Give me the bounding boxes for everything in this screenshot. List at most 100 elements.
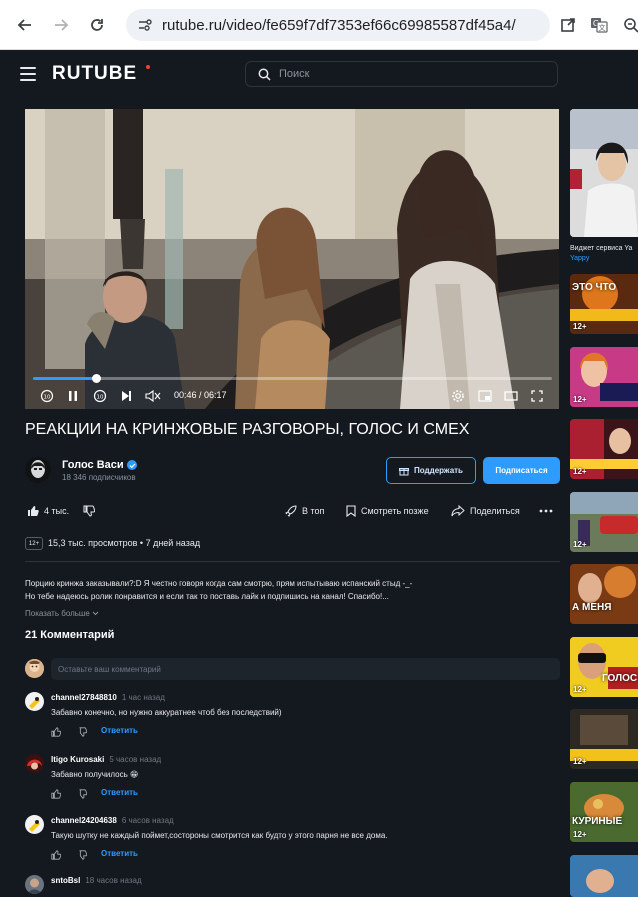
recommended-video-thumb[interactable]: А МЕНЯ	[570, 564, 638, 624]
back-arrow-icon[interactable]	[12, 12, 38, 38]
search-box[interactable]	[245, 61, 558, 87]
search-input[interactable]	[279, 68, 529, 80]
comment-author-name: channel27848810	[51, 693, 117, 702]
comment-dislike-icon[interactable]	[77, 727, 87, 737]
subscribe-button[interactable]: Подписаться	[483, 457, 560, 484]
share-button[interactable]: Поделиться	[451, 504, 520, 518]
recommended-video-thumb[interactable]: 12+	[570, 492, 638, 552]
comment-like-icon[interactable]	[51, 727, 61, 737]
gift-icon	[399, 466, 409, 476]
user-avatar[interactable]	[25, 659, 44, 678]
comment-like-icon[interactable]	[51, 850, 61, 860]
recommended-video-thumb[interactable]: ЭТО ЧТО 12+	[570, 274, 638, 334]
recommended-title[interactable]: Виджет сервиса Ya	[570, 245, 632, 252]
recommended-video-thumb[interactable]	[570, 109, 638, 237]
channel-avatar[interactable]	[25, 457, 51, 483]
thumb-age-rating: 12+	[573, 467, 587, 476]
comment-author-name: sntoBsl	[51, 876, 81, 885]
rewind-10-icon[interactable]: 10	[39, 388, 55, 404]
recommended-video-thumb[interactable]: 12+	[570, 419, 638, 479]
commenter-avatar[interactable]	[25, 815, 44, 834]
watch-later-label: Смотреть позже	[361, 506, 429, 516]
thumb-caption: ГОЛОС	[602, 673, 638, 684]
browser-toolbar: rutube.ru/video/fe659f7df7353ef66c699855…	[0, 0, 638, 50]
dislike-button[interactable]	[83, 504, 100, 518]
thumb-age-rating: 12+	[573, 322, 587, 331]
thumb-age-rating: 12+	[573, 685, 587, 694]
comments-count: 21 Комментарий	[25, 629, 115, 641]
recommended-video-thumb[interactable]	[570, 855, 638, 897]
comment-author-name: channel24204638	[51, 816, 117, 825]
watch-later-button[interactable]: Смотреть позже	[346, 504, 429, 518]
comment-author[interactable]: Itigo Kurosaki 5 часов назад	[51, 755, 161, 764]
zoom-icon[interactable]	[618, 12, 638, 38]
comment-time: 1 час назад	[121, 693, 165, 702]
comment-time: 6 часов назад	[121, 816, 174, 825]
reload-icon[interactable]	[84, 12, 110, 38]
comment-author-name: Itigo Kurosaki	[51, 755, 105, 764]
rutube-logo[interactable]: RUTUBE	[52, 63, 137, 85]
comment-input[interactable]	[51, 658, 560, 680]
forward-arrow-icon[interactable]	[48, 12, 74, 38]
next-video-icon[interactable]	[118, 388, 134, 404]
more-options-icon[interactable]	[539, 504, 553, 518]
thumb-caption: КУРИНЫЕ	[572, 816, 623, 827]
show-more-label: Показать больше	[25, 609, 90, 618]
recommended-video-thumb[interactable]: 12+	[570, 709, 638, 769]
progress-bar[interactable]	[33, 374, 552, 383]
thumb-age-rating: 12+	[573, 830, 587, 839]
time-display: 00:46 / 06:17	[174, 390, 227, 400]
comment-dislike-icon[interactable]	[77, 789, 87, 799]
commenter-avatar[interactable]	[25, 875, 44, 894]
settings-gear-icon[interactable]	[450, 388, 466, 404]
search-icon[interactable]	[258, 68, 271, 81]
translate-icon[interactable]: G文	[586, 12, 612, 38]
support-button[interactable]: Поддержать	[386, 457, 476, 484]
comment-item: channel27848810 1 час назад Забавно конеч…	[25, 692, 560, 748]
recommended-channel[interactable]: Yappy	[570, 255, 589, 262]
recommended-video-thumb[interactable]: ГОЛОС 12+	[570, 637, 638, 697]
comment-author[interactable]: sntoBsl 18 часов назад	[51, 876, 142, 885]
site-header: RUTUBE	[0, 50, 638, 98]
age-rating-badge: 12+	[25, 537, 43, 550]
support-label: Поддержать	[414, 466, 463, 475]
show-more-link[interactable]: Показать больше	[25, 609, 99, 618]
video-player[interactable]: 10 10 00:46 / 06:17	[25, 109, 559, 409]
recommended-video-thumb[interactable]: КУРИНЫЕ 12+	[570, 782, 638, 842]
svg-text:10: 10	[97, 394, 104, 400]
commenter-avatar[interactable]	[25, 754, 44, 773]
site-info-icon[interactable]	[134, 18, 156, 32]
comment-item: Itigo Kurosaki 5 часов назад Забавно полу…	[25, 754, 560, 810]
reply-button[interactable]: Ответить	[101, 726, 138, 735]
theater-mode-icon[interactable]	[503, 388, 519, 404]
comment-text: Забавно получилось 😁	[51, 770, 139, 779]
description-line: Но тебе надеюсь ролик понравится и если …	[25, 592, 389, 601]
picture-in-picture-icon[interactable]	[477, 388, 493, 404]
like-count: 4 тыс.	[44, 506, 70, 516]
comment-author[interactable]: channel24204638 6 часов назад	[51, 816, 174, 825]
top-button[interactable]: В топ	[285, 504, 324, 518]
recommended-video-thumb[interactable]: 12+	[570, 347, 638, 407]
comment-dislike-icon[interactable]	[77, 850, 87, 860]
muted-volume-icon[interactable]	[144, 388, 162, 404]
reply-button[interactable]: Ответить	[101, 788, 138, 797]
comment-item: channel24204638 6 часов назад Такую шутку…	[25, 815, 560, 871]
commenter-avatar[interactable]	[25, 692, 44, 711]
reply-button[interactable]: Ответить	[101, 849, 138, 858]
open-in-new-icon[interactable]	[555, 12, 581, 38]
like-button[interactable]: 4 тыс.	[27, 504, 69, 518]
menu-icon[interactable]	[20, 67, 36, 81]
rocket-icon	[285, 505, 297, 517]
thumb-age-rating: 12+	[573, 540, 587, 549]
pause-icon[interactable]	[65, 388, 81, 404]
subscriber-count: 18 346 подписчиков	[62, 473, 136, 482]
fullscreen-icon[interactable]	[529, 388, 545, 404]
thumb-caption: А МЕНЯ	[572, 602, 612, 613]
forward-10-icon[interactable]: 10	[92, 388, 108, 404]
channel-name[interactable]: Голос Васи	[62, 459, 124, 471]
comment-like-icon[interactable]	[51, 789, 61, 799]
comment-author[interactable]: channel27848810 1 час назад	[51, 693, 165, 702]
thumb-caption: ЭТО ЧТО	[572, 282, 617, 293]
address-bar[interactable]: rutube.ru/video/fe659f7df7353ef66c699855…	[126, 9, 550, 41]
divider	[25, 561, 560, 562]
